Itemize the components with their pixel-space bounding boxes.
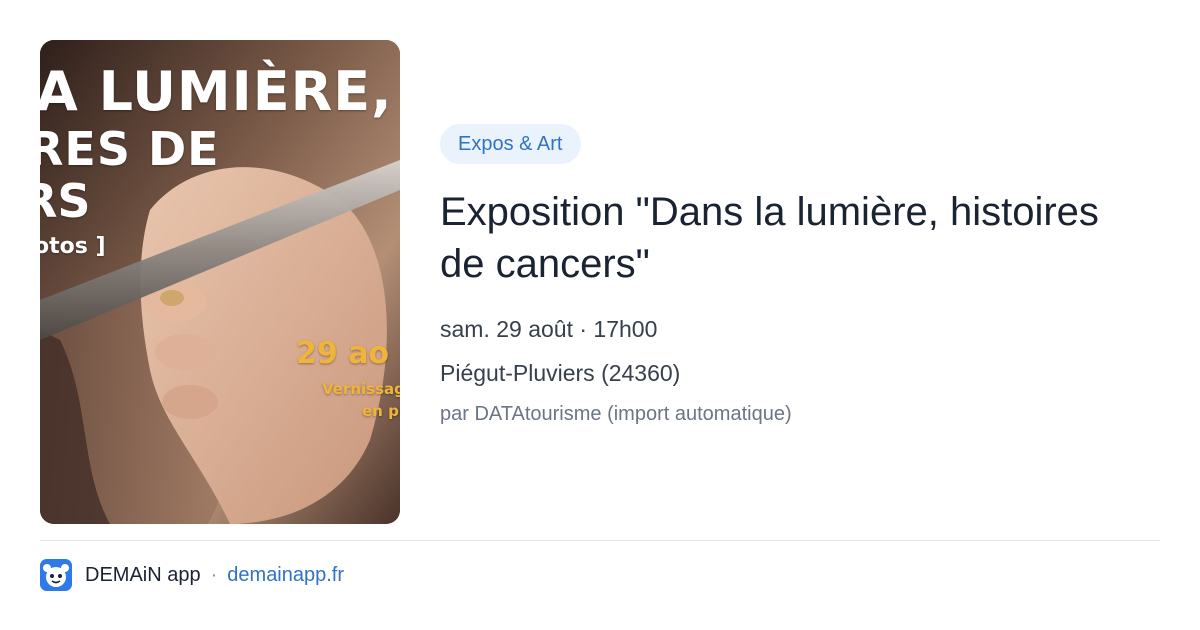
app-name: DEMAiN app [85,563,201,586]
poster-title-line-2: RES DE [40,122,220,176]
poster-title-line-1: A LUMIÈRE, [40,60,393,123]
event-source: par DATAtourisme (import automatique) [440,403,792,425]
app-url-link[interactable]: demainapp.fr [227,564,344,587]
app-logo-icon [40,559,72,591]
footer-separator: · [210,563,218,586]
event-details: Expos & Art Exposition "Dans la lumière,… [440,124,1160,428]
footer-divider [40,540,1160,541]
poster-subtitle: otos ] [40,234,106,259]
poster-title-line-3: RS [40,174,91,228]
poster-date: 29 ao [296,336,390,371]
event-title[interactable]: Exposition "Dans la lumière, histoires d… [440,186,1120,290]
event-location: Piégut-Pluviers (24360) [440,360,681,386]
event-poster-image[interactable]: A LUMIÈRE, RES DE RS otos ] 29 ao Vernis… [40,40,400,524]
footer: DEMAiN app · demainapp.fr [40,558,344,592]
event-datetime: sam. 29 août · 17h00 [440,316,658,342]
category-badge[interactable]: Expos & Art [440,124,581,164]
event-preview-card[interactable]: A LUMIÈRE, RES DE RS otos ] 29 ao Vernis… [0,0,1200,630]
poster-vernissage: Vernissag [322,380,400,398]
poster-presence: en prése [362,402,400,420]
